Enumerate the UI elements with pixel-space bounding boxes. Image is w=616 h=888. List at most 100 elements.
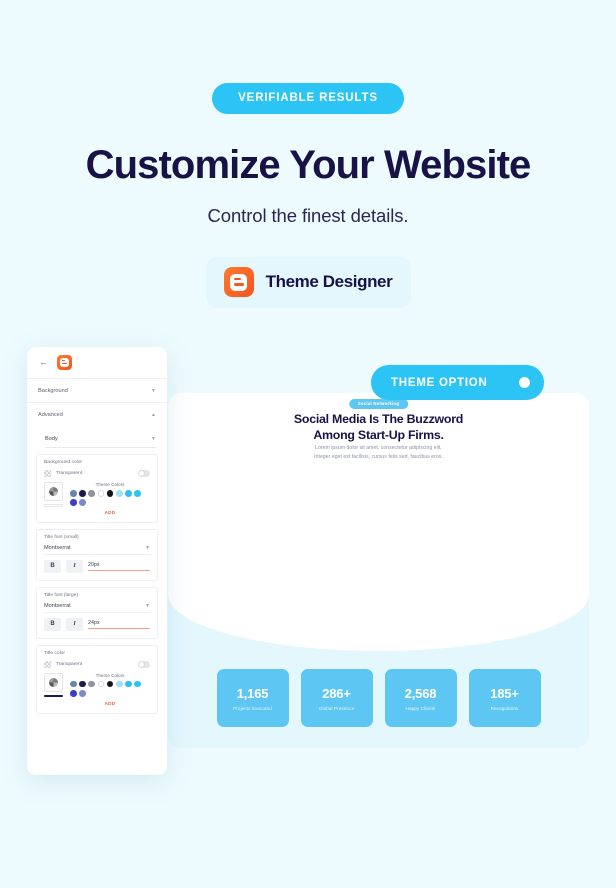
stats-row: 1,165 Projects Executed 286+ Global Pres… [168,669,589,727]
element-select[interactable]: Body ▼ [45,431,156,448]
title-font-small-title: Title font (small) [44,534,79,540]
theme-designer-badge[interactable]: Theme Designer [205,256,411,308]
title-color-title: Title color [44,650,66,656]
font-size-input[interactable]: 24px [88,620,150,629]
theme-designer-label: Theme Designer [265,272,393,291]
bold-button[interactable]: B [44,617,61,631]
color-swatch[interactable] [125,680,132,688]
italic-button[interactable]: I [66,617,83,631]
color-swatch[interactable] [79,680,86,688]
color-swatch[interactable] [88,680,95,688]
color-swatch[interactable] [70,680,77,688]
add-color-button[interactable]: ADD [70,701,150,706]
website-preview-card[interactable]: Social Networking Social Media Is The Bu… [168,393,589,748]
color-wheel-button[interactable] [44,482,63,501]
background-color-card: Background color Transparent Theme Color… [36,454,158,523]
checkerboard-icon [44,660,51,668]
preview-heading-line2: Among Start-Up Firms. [313,428,444,443]
color-swatch[interactable] [97,490,105,497]
color-wheel-icon [49,487,58,496]
color-swatch[interactable] [70,490,77,497]
font-size-input[interactable]: 20px [88,562,150,571]
color-swatch[interactable] [125,490,132,497]
back-arrow-icon[interactable]: ← [39,358,48,367]
color-wheel-column [44,482,64,515]
color-swatch[interactable] [70,499,77,506]
font-family-select[interactable]: Montserrat ▼ [44,603,150,613]
font-style-row: B I 24px [44,617,150,631]
bold-button[interactable]: B [44,559,61,573]
stat-caption: Recognitions [490,705,519,711]
theme-colors-swatches [70,490,150,506]
background-color-title: Background color [44,460,83,465]
panel-row-background[interactable]: Background ▼ [27,378,167,402]
swatch-area: Theme Colors ADD [44,482,150,515]
color-swatch[interactable] [70,689,77,697]
transparent-row[interactable]: Transparent [44,660,150,668]
color-swatch[interactable] [79,499,86,506]
color-swatch[interactable] [97,680,105,688]
stat-card[interactable]: 185+ Recognitions [468,669,541,727]
preview-paragraph: Lorem ipsum dolor sit amet, consectetur … [168,444,589,463]
font-family-value: Montserrat [44,544,71,551]
transparent-label: Transparent [56,471,83,476]
preview-heading: Social Media Is The Buzzword Among Start… [168,411,589,444]
transparent-toggle[interactable] [138,470,150,477]
transparent-label: Transparent [56,661,83,667]
color-wheel-column [44,672,64,706]
panel-row-label: Advanced [38,411,63,418]
stat-caption: Projects Executed [233,705,272,711]
swatch-area: Theme Colors ADD [44,672,150,706]
theme-option-pill[interactable]: THEME OPTION [371,365,544,400]
color-swatch[interactable] [115,490,123,497]
theme-colors-label: Theme Colors [95,672,125,678]
color-swatch[interactable] [106,680,114,688]
color-swatch[interactable] [106,490,114,497]
hero-section: VERIFIABLE RESULTS Customize Your Websit… [0,0,616,308]
preview-paragraph-line1: Lorem ipsum dolor sit amet, consectetur … [315,445,442,451]
stat-card[interactable]: 1,165 Projects Executed [216,669,289,727]
title-font-large-title: Title font (large) [44,592,79,598]
color-swatch[interactable] [115,680,123,688]
checkerboard-icon [44,470,51,477]
italic-button[interactable]: I [66,559,83,573]
panel-row-advanced[interactable]: Advanced ▲ [27,402,167,426]
stat-caption: Happy Clients [405,705,436,711]
transparent-row[interactable]: Transparent [44,470,150,477]
theme-colors-column: Theme Colors ADD [70,482,150,515]
stat-card[interactable]: 2,568 Happy Clients [384,669,457,727]
color-swatch[interactable] [134,490,141,497]
color-wheel-button[interactable] [44,672,63,692]
theme-colors-column: Theme Colors ADD [70,673,150,706]
preview-tag-badge: Social Networking [348,399,409,410]
chevron-down-icon: ▼ [145,544,150,551]
page-title: Customize Your Website [85,142,532,187]
panel-header: ← [27,347,167,378]
blogger-icon [223,267,254,297]
add-color-button[interactable]: ADD [70,510,150,515]
color-swatch[interactable] [79,490,86,497]
font-family-value: Montserrat [44,602,71,609]
transparent-toggle[interactable] [138,661,150,668]
theme-designer-panel[interactable]: ← Background ▼ Advanced ▲ Body ▼ Backgro… [27,347,167,775]
stat-card[interactable]: 286+ Global Presence [300,669,373,727]
theme-colors-swatches [70,680,150,697]
page-subtitle: Control the finest details. [207,204,409,226]
preview-heading-line1: Social Media Is The Buzzword [293,412,464,426]
chevron-down-icon: ▼ [151,436,156,442]
current-color-bar [44,504,63,507]
title-color-card: Title color Transparent Theme Colors ADD [36,644,158,714]
panel-row-label: Background [38,387,68,394]
font-style-row: B I 20px [44,559,150,573]
preview-paragraph-line2: Integer eget est facilisis, cursus felis… [314,454,443,461]
color-swatch[interactable] [88,490,95,497]
font-family-select[interactable]: Montserrat ▼ [44,545,150,555]
chevron-up-icon: ▲ [151,411,156,418]
chevron-down-icon: ▼ [145,602,150,609]
stat-caption: Global Presence [318,705,355,711]
theme-option-dot-icon [519,377,530,388]
stat-number: 286+ [322,685,351,701]
color-swatch[interactable] [134,680,141,688]
title-font-small-card: Title font (small) Montserrat ▼ B I 20px [36,528,158,581]
color-swatch[interactable] [79,689,86,697]
